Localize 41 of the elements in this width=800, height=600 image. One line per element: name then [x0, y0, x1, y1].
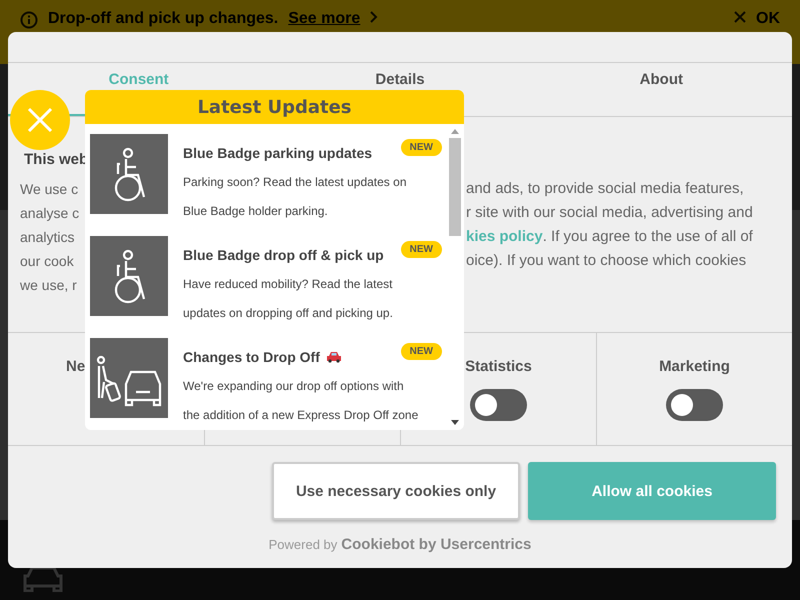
- info-icon: [20, 11, 38, 29]
- close-icon[interactable]: [734, 11, 746, 23]
- banner-message: Drop-off and pick up changes.: [48, 9, 278, 29]
- new-badge: NEW: [400, 139, 442, 156]
- toggle-switch[interactable]: [470, 389, 527, 421]
- body-text: We use c: [20, 180, 80, 199]
- wheelchair-icon: [90, 236, 168, 316]
- wheelchair-icon: [90, 134, 168, 214]
- body-text: oice). If you want to choose which cookies: [466, 251, 746, 271]
- body-text: . If you agree to the use of all of: [542, 227, 753, 247]
- body-text: and ads, to provide social media features,: [466, 179, 744, 199]
- close-icon: [27, 107, 53, 133]
- update-description: updates on dropping off and picking up.: [183, 305, 393, 322]
- update-description: Have reduced mobility? Read the latest: [183, 276, 393, 293]
- category-label: Statistics: [465, 358, 532, 375]
- update-description: Parking soon? Read the latest updates on: [183, 174, 406, 191]
- toggle-switch[interactable]: [666, 389, 723, 421]
- category-label: Ne: [66, 358, 86, 375]
- update-description: We're expanding our drop off options with: [183, 378, 405, 395]
- chevron-icon: [370, 11, 378, 23]
- body-text: we use, r: [20, 276, 78, 295]
- traveller-car-icon: [90, 338, 168, 418]
- powered-by-text: Powered by: [268, 537, 338, 552]
- update-title[interactable]: Blue Badge drop off & pick up: [183, 247, 384, 263]
- necessary-only-button[interactable]: Use necessary cookies only: [272, 462, 520, 520]
- car-icon: [22, 566, 64, 592]
- scrollbar-thumb[interactable]: [449, 138, 461, 236]
- update-title[interactable]: Blue Badge parking updates: [183, 145, 372, 161]
- update-description: Blue Badge holder parking.: [183, 203, 329, 220]
- tab[interactable]: About: [530, 63, 792, 116]
- body-text: our cook: [20, 252, 75, 271]
- body-text: r site with our social media, advertising and: [466, 203, 753, 223]
- scroll-down-icon[interactable]: [451, 420, 459, 426]
- body-text: analyse c: [20, 204, 80, 223]
- category-label: Marketing: [659, 358, 730, 375]
- new-badge: NEW: [400, 241, 442, 258]
- new-badge: NEW: [400, 343, 442, 360]
- update-title[interactable]: Changes to Drop Off: [183, 349, 320, 365]
- update-description: the addition of a new Express Drop Off zone: [183, 407, 418, 424]
- scroll-up-icon[interactable]: [451, 128, 459, 134]
- body-text: analytics: [20, 228, 76, 247]
